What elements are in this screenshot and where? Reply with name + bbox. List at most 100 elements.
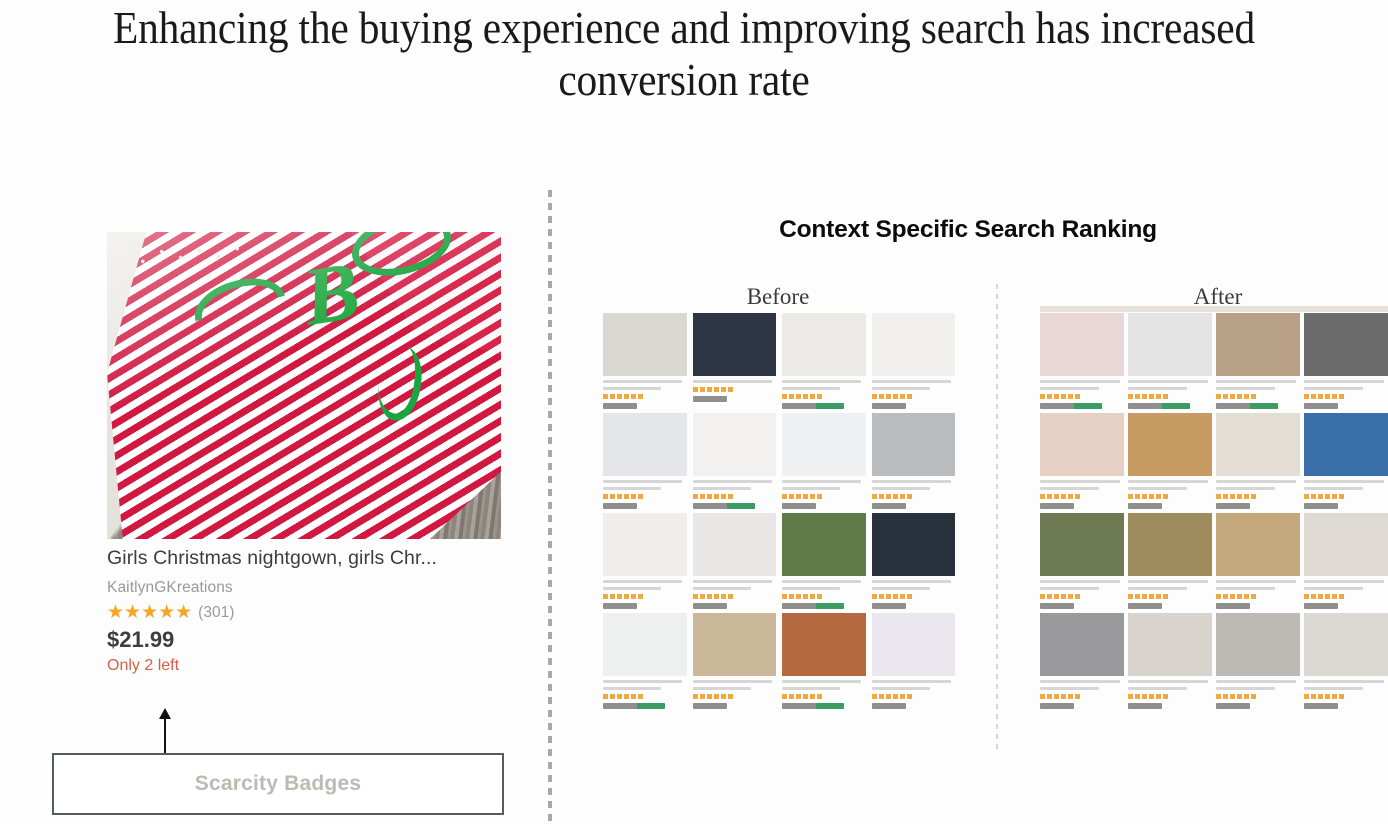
search-result-thumbnail[interactable] (1040, 413, 1124, 476)
search-result-title-line (782, 380, 862, 383)
search-result-cell[interactable] (603, 513, 687, 609)
search-result-thumbnail[interactable] (1128, 513, 1212, 576)
search-result-thumbnail[interactable] (1128, 313, 1212, 376)
search-result-cell[interactable] (1040, 413, 1124, 509)
search-result-cell[interactable] (603, 613, 687, 709)
search-result-thumbnail[interactable] (603, 413, 687, 476)
search-result-price (782, 503, 816, 509)
search-result-cell[interactable] (1040, 513, 1124, 609)
search-result-cell[interactable] (1216, 613, 1300, 709)
search-result-stars-icon (871, 594, 912, 599)
search-result-thumbnail[interactable] (782, 613, 866, 676)
search-result-thumbnail[interactable] (1216, 513, 1300, 576)
search-result-thumbnail[interactable] (782, 513, 866, 576)
search-result-thumbnail[interactable] (692, 413, 776, 476)
search-result-thumbnail[interactable] (1304, 313, 1388, 376)
search-result-thumbnail[interactable] (1040, 313, 1124, 376)
search-result-cell[interactable] (1216, 513, 1300, 609)
search-result-thumbnail[interactable] (1216, 613, 1300, 676)
search-result-thumbnail[interactable] (1216, 313, 1300, 376)
search-result-thumbnail[interactable] (871, 513, 955, 576)
search-result-thumbnail[interactable] (1216, 413, 1300, 476)
search-result-cell[interactable] (1128, 513, 1212, 609)
review-count[interactable]: (301) (198, 604, 234, 622)
search-result-stars-icon (1040, 494, 1080, 499)
search-result-cell[interactable] (1216, 413, 1300, 509)
search-result-cell[interactable] (782, 513, 866, 609)
search-result-thumbnail[interactable] (1040, 613, 1124, 676)
search-result-title-line (1040, 587, 1099, 590)
search-result-title-line (1040, 487, 1099, 490)
search-result-thumbnail[interactable] (603, 513, 687, 576)
search-result-price (1040, 403, 1102, 409)
search-result-cell[interactable] (782, 613, 866, 709)
search-result-price (1040, 703, 1074, 709)
search-result-cell[interactable] (692, 413, 776, 509)
search-result-cell[interactable] (1304, 313, 1388, 409)
search-result-cell[interactable] (1040, 613, 1124, 709)
search-result-thumbnail[interactable] (782, 413, 866, 476)
search-result-cell[interactable] (1128, 313, 1212, 409)
search-result-title-line (782, 480, 862, 483)
search-result-cell[interactable] (1304, 613, 1388, 709)
search-result-thumbnail[interactable] (871, 613, 955, 676)
search-result-title-line (603, 580, 683, 583)
search-result-cell[interactable] (871, 313, 955, 409)
search-result-cell[interactable] (1128, 613, 1212, 709)
search-result-cell[interactable] (782, 413, 866, 509)
search-result-thumbnail[interactable] (1128, 413, 1212, 476)
search-result-cell[interactable] (603, 413, 687, 509)
search-result-title-line (1216, 380, 1296, 383)
search-result-cell[interactable] (1040, 313, 1124, 409)
search-result-thumbnail[interactable] (782, 313, 866, 376)
search-result-cell[interactable] (782, 313, 866, 409)
search-result-thumbnail[interactable] (692, 313, 776, 376)
search-result-title-line (871, 487, 930, 490)
search-result-thumbnail[interactable] (871, 313, 955, 376)
search-result-title-line (692, 580, 772, 583)
search-result-title-line (1304, 680, 1384, 683)
search-result-stars-icon (782, 494, 822, 499)
search-result-thumbnail[interactable] (692, 513, 776, 576)
search-result-cell[interactable] (1216, 313, 1300, 409)
search-result-title-line (1128, 480, 1208, 483)
search-result-stars-icon (1040, 394, 1080, 399)
search-result-thumbnail[interactable] (603, 313, 687, 376)
search-result-thumbnail[interactable] (871, 413, 955, 476)
search-result-title-line (1216, 580, 1296, 583)
search-result-thumbnail[interactable] (603, 613, 687, 676)
search-result-title-line (1128, 687, 1187, 690)
search-result-title-line (692, 380, 772, 383)
product-title[interactable]: Girls Christmas nightgown, girls Chr... (107, 547, 507, 570)
search-result-cell[interactable] (871, 613, 955, 709)
search-result-thumbnail[interactable] (1304, 613, 1388, 676)
search-result-stars-icon (692, 494, 733, 499)
search-result-title-line (603, 487, 662, 490)
search-result-cell[interactable] (692, 513, 776, 609)
search-result-cell[interactable] (692, 313, 776, 409)
photo-highlight-overlay (107, 232, 501, 539)
search-result-thumbnail[interactable] (692, 613, 776, 676)
page-title: Enhancing the buying experience and impr… (112, 3, 1256, 105)
search-result-price (1216, 603, 1250, 609)
search-result-cell[interactable] (1304, 513, 1388, 609)
search-result-cell[interactable] (871, 413, 955, 509)
shop-name[interactable]: KaitlynGKreations (107, 579, 507, 597)
search-result-thumbnail[interactable] (1304, 513, 1388, 576)
search-result-title-line (603, 387, 662, 390)
search-result-price (1304, 403, 1338, 409)
search-result-cell[interactable] (1128, 413, 1212, 509)
search-result-thumbnail[interactable] (1128, 613, 1212, 676)
search-result-title-line (1216, 480, 1296, 483)
search-result-cell[interactable] (1304, 413, 1388, 509)
search-result-cell[interactable] (603, 313, 687, 409)
search-result-thumbnail[interactable] (1304, 413, 1388, 476)
section-title: Context Specific Search Ranking (779, 216, 1157, 243)
product-photo[interactable]: B (107, 232, 501, 539)
search-result-cell[interactable] (871, 513, 955, 609)
search-result-title-line (1216, 687, 1275, 690)
search-result-thumbnail[interactable] (1040, 513, 1124, 576)
search-result-title-line (1128, 587, 1187, 590)
search-result-cell[interactable] (692, 613, 776, 709)
search-result-price (692, 503, 755, 509)
